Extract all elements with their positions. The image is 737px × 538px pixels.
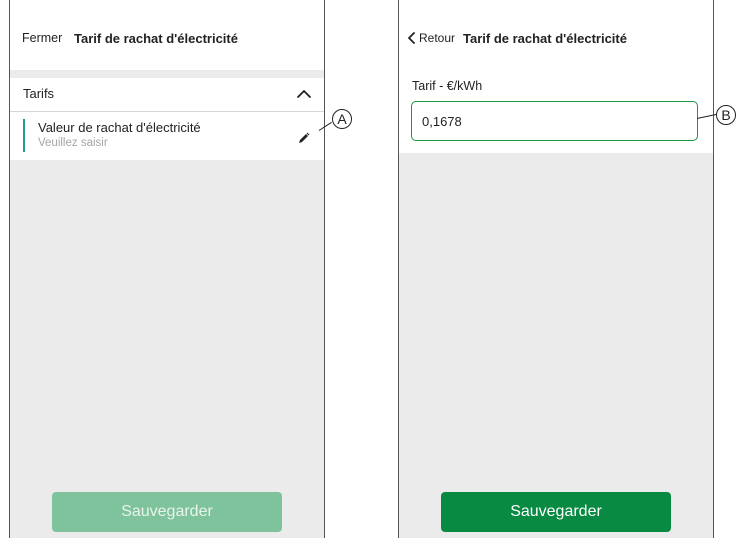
item-title: Valeur de rachat d'électricité bbox=[38, 120, 201, 135]
tarif-form: Tarif - €/kWh bbox=[399, 70, 713, 153]
screen-tarif-edit: Retour Tarif de rachat d'électricité Tar… bbox=[398, 0, 714, 538]
pencil-icon[interactable] bbox=[298, 132, 310, 144]
tarif-field-label: Tarif - €/kWh bbox=[412, 79, 483, 93]
header: Fermer Tarif de rachat d'électricité bbox=[10, 0, 324, 70]
section-label: Tarifs bbox=[23, 86, 55, 101]
back-label: Retour bbox=[419, 31, 456, 45]
page-title: Tarif de rachat d'électricité bbox=[463, 31, 627, 46]
save-button[interactable]: Sauvegarder bbox=[441, 492, 671, 532]
chevron-up-icon[interactable] bbox=[296, 87, 312, 101]
selection-indicator bbox=[23, 119, 25, 152]
callout-a: A bbox=[332, 109, 352, 129]
item-placeholder: Veuillez saisir bbox=[38, 137, 108, 149]
chevron-left-icon bbox=[408, 32, 415, 44]
page-title: Tarif de rachat d'électricité bbox=[74, 31, 238, 46]
list-item-rachat-value[interactable]: Valeur de rachat d'électricité Veuillez … bbox=[10, 112, 324, 160]
screen-tarif-list: Fermer Tarif de rachat d'électricité Tar… bbox=[9, 0, 325, 538]
tarifs-section-header[interactable]: Tarifs bbox=[10, 78, 324, 112]
header: Retour Tarif de rachat d'électricité bbox=[399, 0, 713, 70]
back-button[interactable]: Retour bbox=[407, 31, 455, 45]
callout-b: B bbox=[716, 105, 736, 125]
close-button[interactable]: Fermer bbox=[22, 31, 62, 45]
save-button-disabled[interactable]: Sauvegarder bbox=[52, 492, 282, 532]
tarif-input[interactable] bbox=[411, 101, 698, 141]
